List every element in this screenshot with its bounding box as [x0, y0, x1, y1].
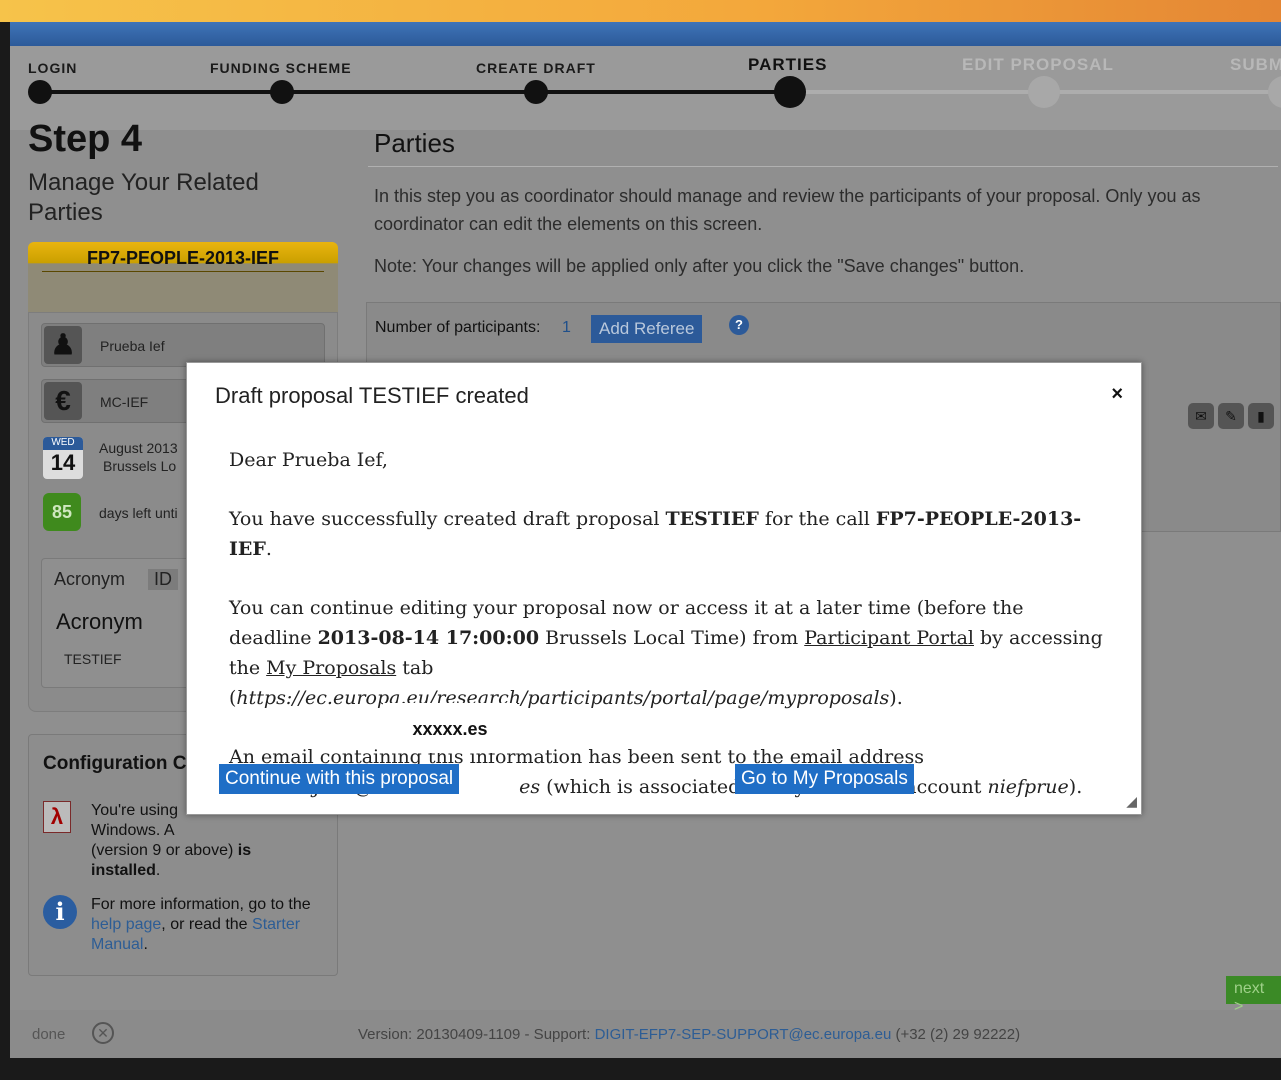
calendar-icon: WED 14	[43, 437, 83, 479]
help-icon[interactable]: ?	[729, 315, 749, 335]
close-circle-icon[interactable]: ✕	[92, 1022, 114, 1044]
support-phone: (+32 (2) 29 92222)	[891, 1026, 1021, 1043]
step-subtitle: Manage Your Related Parties	[28, 169, 259, 226]
redaction-box: xxxxx.es	[383, 703, 517, 753]
configuration-title: Configuration C	[43, 753, 187, 774]
step-create-draft-label[interactable]: CREATE DRAFT	[476, 60, 596, 76]
resize-handle-icon[interactable]: ◢	[1126, 793, 1137, 810]
p2-b: Brussels Local Time) from	[539, 627, 805, 649]
step-funding-label[interactable]: FUNDING SCHEME	[210, 60, 352, 76]
days-left-label: days left unti	[99, 505, 178, 521]
deadline-text: August 2013 Brussels Lo	[99, 439, 178, 475]
participants-count: 1	[562, 319, 571, 336]
more-info-b: , or read the	[161, 916, 248, 933]
step-edit-proposal-dot	[1028, 76, 1060, 108]
edit-icon[interactable]: ✎	[1218, 403, 1244, 429]
days-left-badge: 85	[43, 493, 81, 531]
continue-paragraph: You can continue editing your proposal n…	[229, 593, 1109, 713]
p3-c: ).	[1068, 776, 1083, 798]
step-submit-label: SUBMI	[1230, 55, 1281, 74]
title-divider	[368, 166, 1278, 167]
greeting: Dear Prueba Ief,	[229, 449, 388, 471]
email-icon[interactable]: ✉	[1188, 403, 1214, 429]
calendar-day: 14	[50, 450, 76, 475]
ecas-account: niefprue	[987, 776, 1069, 798]
success-paragraph: You have successfully created draft prop…	[229, 504, 1109, 564]
step-parties-label: PARTIES	[748, 55, 828, 74]
pdf-text-b: Windows. A	[91, 822, 175, 839]
my-proposals-link[interactable]: My Proposals	[266, 657, 396, 679]
parties-title: Parties	[374, 128, 455, 158]
pdf-text-c: (version 9 or above)	[91, 842, 234, 859]
scheme-name: MC-IEF	[100, 394, 149, 410]
deadline-month: August 2013	[99, 440, 178, 456]
acronym-value: TESTIEF	[64, 651, 122, 667]
proposal-acronym: TESTIEF	[665, 508, 759, 530]
proposals-url: https://ec.europa.eu/research/participan…	[236, 687, 890, 709]
help-page-link[interactable]: help page	[91, 916, 161, 933]
step-funding-dot[interactable]	[270, 80, 294, 104]
user-name: Prueba Ief	[100, 338, 165, 354]
step-login-dot[interactable]	[28, 80, 52, 104]
continue-with-proposal-button[interactable]: Continue with this proposal	[219, 764, 460, 794]
pdf-text-a: You're using	[91, 802, 178, 819]
next-button[interactable]: next >	[1226, 976, 1281, 1015]
parties-intro: In this step you as coordinator should m…	[374, 186, 1201, 234]
pdf-text-e: installed	[91, 862, 156, 879]
more-info-c: .	[143, 936, 148, 953]
participant-portal-link[interactable]: Participant Portal	[804, 627, 974, 649]
tab-acronym[interactable]: Acronym	[54, 569, 125, 590]
call-id: FP7-PEOPLE-2013-IEF	[42, 248, 324, 272]
deadline: 2013-08-14 17:00:00	[317, 627, 540, 649]
support-email-link[interactable]: DIGIT-EFP7-SEP-SUPPORT@ec.europa.eu	[595, 1026, 892, 1043]
add-referee-button[interactable]: Add Referee	[591, 315, 703, 343]
email-address-end: es	[519, 776, 541, 798]
row-actions: ✉ ✎ ▮	[1188, 403, 1274, 429]
version-info: Version: 20130409-1109 - Support: DIGIT-…	[358, 1026, 1020, 1043]
footer: done ✕ Version: 20130409-1109 - Support:…	[10, 1010, 1281, 1058]
step-edit-proposal-label: EDIT PROPOSAL	[962, 55, 1114, 74]
info-icon: i	[43, 895, 77, 929]
acronym-heading: Acronym	[56, 609, 143, 634]
user-icon: ♟	[44, 326, 82, 364]
participants-count-label: Number of participants:	[375, 319, 541, 336]
user-row: ♟ Prueba Ief	[41, 323, 325, 367]
pdf-icon: λ	[43, 801, 71, 833]
step-submit-dot	[1268, 76, 1281, 108]
delete-icon[interactable]: ▮	[1248, 403, 1274, 429]
parties-note: Note: Your changes will be applied only …	[374, 256, 1025, 276]
pdf-text-d: is	[237, 842, 252, 859]
tab-id[interactable]: ID	[148, 569, 178, 590]
header-band	[10, 22, 1281, 46]
p2-e: ).	[889, 687, 903, 709]
wizard-track-done	[40, 90, 792, 94]
browser-top-bar	[0, 0, 1281, 22]
go-to-my-proposals-button[interactable]: Go to My Proposals	[735, 764, 914, 794]
step-create-draft-dot[interactable]	[524, 80, 548, 104]
step-parties-dot	[774, 76, 806, 108]
calendar-weekday: WED	[43, 437, 83, 450]
p1-c: .	[265, 538, 272, 560]
step-title: Step 4	[28, 118, 143, 160]
draft-created-dialog: Draft proposal TESTIEF created × Dear Pr…	[186, 362, 1142, 815]
done-label: done	[32, 1026, 66, 1043]
p1-a: You have successfully created draft prop…	[229, 508, 666, 530]
more-info-a: For more information, go to the	[91, 896, 311, 913]
more-info-text: For more information, go to the help pag…	[91, 895, 331, 955]
deadline-timezone: Brussels Lo	[103, 458, 177, 474]
call-id-box: FP7-PEOPLE-2013-IEF	[28, 242, 338, 312]
dialog-title: Draft proposal TESTIEF created	[215, 383, 529, 408]
euro-icon: €	[44, 382, 82, 420]
step-login-label[interactable]: LOGIN	[28, 60, 77, 76]
close-icon[interactable]: ×	[1111, 383, 1123, 406]
version-text: Version: 20130409-1109 - Support:	[358, 1026, 595, 1043]
p1-b: for the call	[758, 508, 876, 530]
